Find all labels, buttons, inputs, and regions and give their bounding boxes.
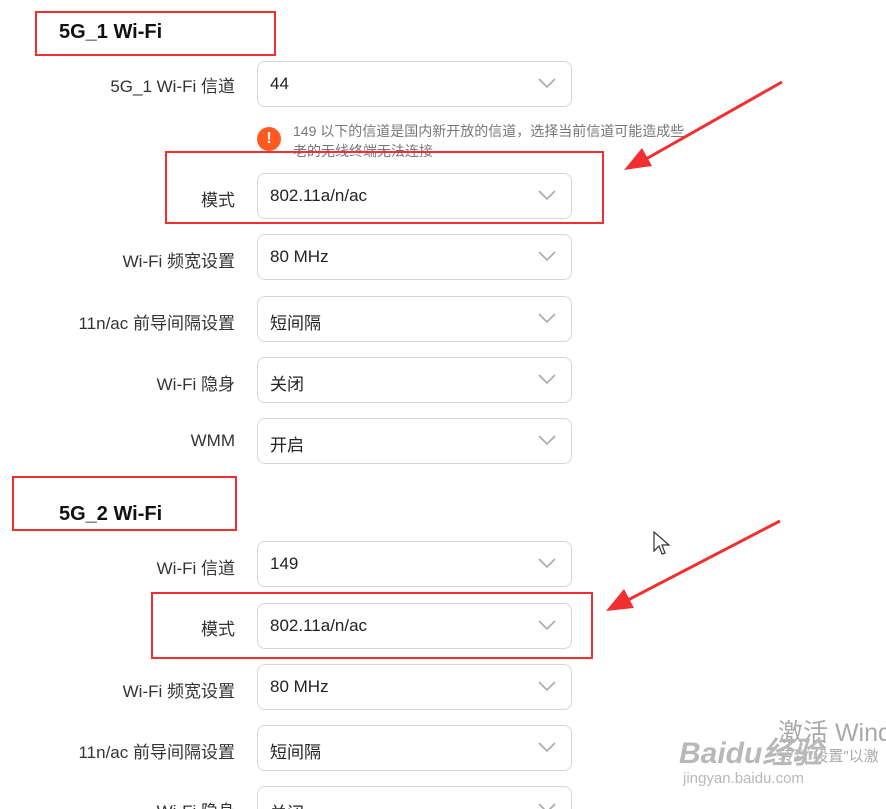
guard-interval-2-label: 11n/ac 前导间隔设置 [78,743,235,762]
hidden-ssid-label: Wi-Fi 隐身 [156,375,235,394]
chevron-down-icon [538,374,556,385]
chevron-down-icon [538,435,556,446]
highlight-box-section-2 [12,476,237,531]
chevron-down-icon [538,803,556,809]
mouse-cursor-icon [653,531,671,555]
chevron-down-icon [538,78,556,89]
channel-2-value: 149 [270,554,299,573]
hidden-ssid-2-select[interactable]: 关闭 [257,786,572,809]
baidu-jingyan-url: jingyan.baidu.com [683,770,804,787]
wmm-select[interactable]: 开启 [257,418,572,464]
bandwidth-label: Wi-Fi 频宽设置 [122,252,235,271]
bandwidth-2-select[interactable]: 80 MHz [257,664,572,710]
wmm-value: 开启 [270,436,304,455]
hidden-ssid-2-value: 关闭 [270,799,304,809]
highlight-box-mode-2 [151,592,593,659]
channel-label: 5G_1 Wi-Fi 信道 [110,77,235,96]
bandwidth-value: 80 MHz [270,247,329,266]
guard-interval-label: 11n/ac 前导间隔设置 [78,314,235,333]
bandwidth-2-value: 80 MHz [270,677,329,696]
baidu-jingyan-logo: Baidu经验 [679,737,823,770]
channel-2-label: Wi-Fi 信道 [156,559,235,578]
chevron-down-icon [538,558,556,569]
hidden-ssid-select[interactable]: 关闭 [257,357,572,403]
chevron-down-icon [538,681,556,692]
guard-interval-2-value: 短间隔 [270,743,321,762]
arrow-icon [606,519,781,611]
guard-interval-2-select[interactable]: 短间隔 [257,725,572,771]
chevron-down-icon [538,313,556,324]
hidden-ssid-2-label: Wi-Fi 隐身 [157,797,235,809]
bandwidth-2-label: Wi-Fi 频宽设置 [122,682,235,701]
channel-value: 44 [270,74,289,93]
hidden-ssid-value: 关闭 [270,375,304,394]
guard-interval-select[interactable]: 短间隔 [257,296,572,342]
guard-interval-value: 短间隔 [270,314,321,333]
channel-2-select[interactable]: 149 [257,541,572,587]
bandwidth-select[interactable]: 80 MHz [257,234,572,280]
wmm-label: WMM [190,431,235,450]
chevron-down-icon [538,742,556,753]
chevron-down-icon [538,251,556,262]
highlight-box-section-1 [35,11,276,56]
warning-icon: ! [257,127,281,151]
highlight-box-mode-1 [165,151,604,224]
channel-select[interactable]: 44 [257,61,572,107]
